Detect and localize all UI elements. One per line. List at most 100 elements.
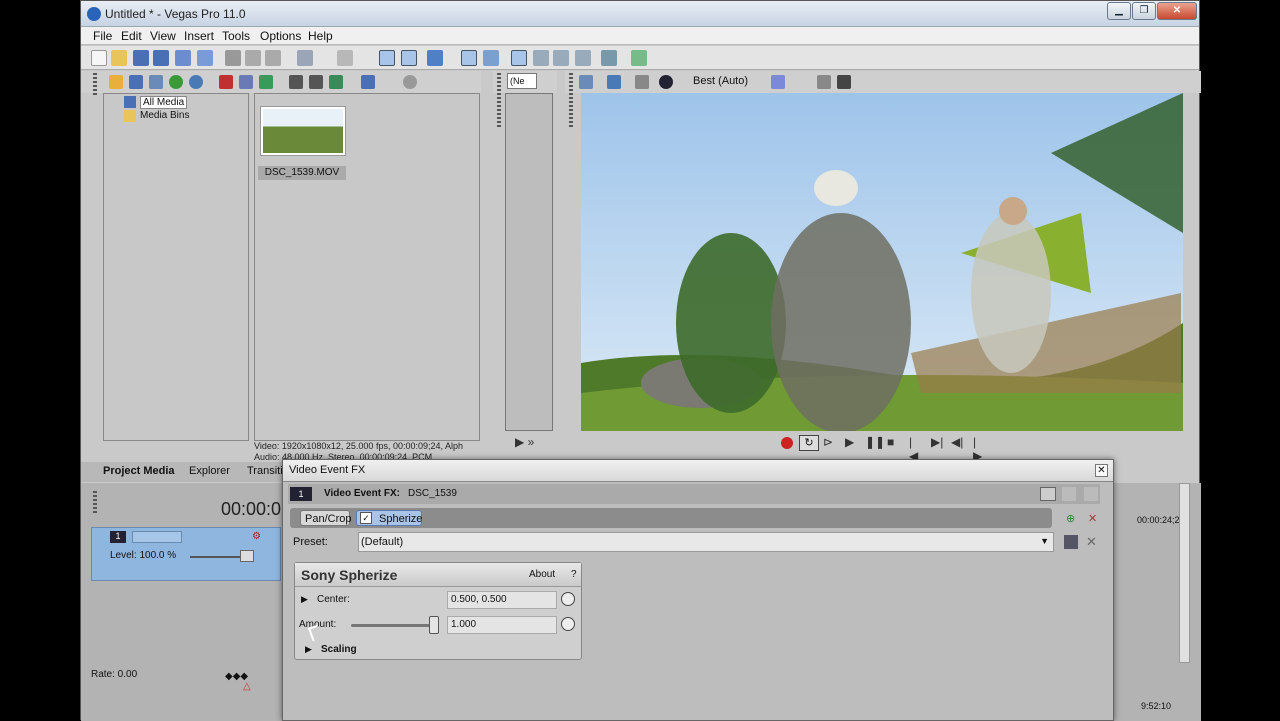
preview-grip-icon[interactable] bbox=[569, 73, 573, 127]
fx-view-icon[interactable] bbox=[1040, 487, 1056, 501]
undo-icon[interactable] bbox=[297, 50, 313, 66]
copy-icon[interactable] bbox=[245, 50, 261, 66]
auto-preview-icon[interactable] bbox=[329, 75, 343, 89]
video-fx-preview-icon[interactable] bbox=[635, 75, 649, 89]
tab-explorer[interactable]: Explorer bbox=[189, 465, 230, 477]
about-button[interactable]: About bbox=[529, 569, 555, 580]
trimmer-play-icon[interactable]: ▶ » bbox=[515, 435, 534, 449]
menu-file[interactable]: File bbox=[93, 29, 112, 43]
delete-preset-icon[interactable]: ✕ bbox=[1086, 534, 1097, 550]
play-preview-icon[interactable] bbox=[289, 75, 303, 89]
media-thumbnail[interactable] bbox=[260, 106, 346, 156]
track-name-field[interactable] bbox=[132, 531, 182, 543]
tree-item-media-bins[interactable]: Media Bins bbox=[140, 110, 189, 121]
open-icon[interactable] bbox=[111, 50, 127, 66]
timeline-vertical-scrollbar[interactable] bbox=[1179, 483, 1190, 663]
new-icon[interactable] bbox=[91, 50, 107, 66]
track-level-thumb[interactable] bbox=[240, 550, 254, 562]
menu-options[interactable]: Options bbox=[260, 29, 301, 43]
minimize-button[interactable]: ▁ bbox=[1107, 2, 1131, 20]
search-media-icon[interactable] bbox=[189, 75, 203, 89]
go-to-end-icon[interactable]: ▶| bbox=[931, 435, 943, 449]
menu-tools[interactable]: Tools bbox=[222, 29, 250, 43]
normal-edit-tool-icon[interactable] bbox=[379, 50, 395, 66]
save-icon[interactable] bbox=[133, 50, 149, 66]
selection-tool-icon[interactable] bbox=[427, 50, 443, 66]
paint-icon[interactable] bbox=[601, 50, 617, 66]
get-photo-icon[interactable] bbox=[149, 75, 163, 89]
save-preset-icon[interactable] bbox=[1064, 535, 1078, 549]
auto-ripple-icon[interactable] bbox=[461, 50, 477, 66]
amount-value-field[interactable]: 1.000 bbox=[447, 616, 557, 634]
panel-grip-icon[interactable] bbox=[93, 73, 97, 95]
menu-edit[interactable]: Edit bbox=[121, 29, 142, 43]
remove-media-icon[interactable] bbox=[219, 75, 233, 89]
timeline-grip-icon[interactable] bbox=[93, 491, 97, 515]
split-screen-icon[interactable] bbox=[659, 75, 673, 89]
tree-item-all-media[interactable]: All Media bbox=[140, 96, 188, 109]
scaling-expand-icon[interactable]: ▶ bbox=[305, 644, 312, 655]
tab-transitions[interactable]: Transiti bbox=[247, 465, 283, 477]
trimmer-dropdown[interactable]: (Ne bbox=[507, 73, 537, 89]
snapping-icon[interactable] bbox=[511, 50, 527, 66]
record-icon[interactable] bbox=[781, 437, 793, 449]
render-icon[interactable] bbox=[175, 50, 191, 66]
center-expand-icon[interactable]: ▶ bbox=[301, 594, 308, 605]
whats-this-icon[interactable] bbox=[631, 50, 647, 66]
track-fx-icon[interactable]: ⚙ bbox=[252, 531, 261, 542]
spherize-enable-checkbox[interactable]: ✓ bbox=[360, 512, 372, 524]
media-fx-icon[interactable] bbox=[259, 75, 273, 89]
lock-envelopes-icon[interactable] bbox=[483, 50, 499, 66]
copy-snapshot-icon[interactable] bbox=[817, 75, 831, 89]
tab-project-media[interactable]: Project Media bbox=[103, 465, 175, 477]
media-file-name[interactable]: DSC_1539.MOV bbox=[258, 166, 346, 180]
overlays-icon[interactable] bbox=[771, 75, 785, 89]
amount-slider-thumb[interactable] bbox=[429, 616, 439, 634]
quantize-icon[interactable] bbox=[575, 50, 591, 66]
views-icon[interactable] bbox=[361, 75, 375, 89]
pause-icon[interactable]: ❚❚ bbox=[865, 435, 885, 449]
envelope-tool-icon[interactable] bbox=[401, 50, 417, 66]
fx-view-list-icon[interactable] bbox=[1084, 487, 1098, 501]
loop-icon[interactable]: ↻ bbox=[799, 435, 819, 451]
import-media-icon[interactable] bbox=[109, 75, 123, 89]
center-animate-icon[interactable] bbox=[561, 592, 575, 606]
fx-view-grid-icon[interactable] bbox=[1062, 487, 1076, 501]
capture-icon[interactable] bbox=[129, 75, 143, 89]
trimmer-grip-icon[interactable] bbox=[497, 73, 501, 127]
preset-select[interactable]: (Default) ▼ bbox=[358, 532, 1054, 552]
rate-marker-icon[interactable]: △ bbox=[243, 681, 251, 692]
previous-frame-icon[interactable]: ◀| bbox=[951, 435, 963, 449]
get-media-web-icon[interactable] bbox=[169, 75, 183, 89]
close-button[interactable]: ✕ bbox=[1157, 2, 1197, 20]
external-monitor-icon[interactable] bbox=[607, 75, 621, 89]
redo-icon[interactable] bbox=[337, 50, 353, 66]
play-from-start-icon[interactable]: ⊳ bbox=[823, 435, 833, 449]
save-as-icon[interactable] bbox=[153, 50, 169, 66]
center-value-field[interactable]: 0.500, 0.500 bbox=[447, 591, 557, 609]
menu-view[interactable]: View bbox=[150, 29, 176, 43]
properties-icon[interactable] bbox=[197, 50, 213, 66]
cut-icon[interactable] bbox=[225, 50, 241, 66]
maximize-button[interactable]: ❐ bbox=[1132, 2, 1156, 20]
preview-properties-icon[interactable] bbox=[579, 75, 593, 89]
media-properties-icon[interactable] bbox=[239, 75, 253, 89]
stop-icon[interactable]: ■ bbox=[887, 435, 894, 449]
save-snapshot-icon[interactable] bbox=[837, 75, 851, 89]
plugin-chain-icon[interactable]: ⊕ bbox=[1066, 512, 1075, 525]
menu-insert[interactable]: Insert bbox=[184, 29, 214, 43]
chain-item-pan-crop[interactable]: Pan/Crop bbox=[300, 510, 351, 526]
help-button[interactable]: ? bbox=[571, 569, 577, 580]
stop-preview-icon[interactable] bbox=[309, 75, 323, 89]
paste-icon[interactable] bbox=[265, 50, 281, 66]
markers-icon[interactable] bbox=[553, 50, 569, 66]
amount-animate-icon[interactable] bbox=[561, 617, 575, 631]
preview-quality-select[interactable]: Best (Auto) bbox=[693, 75, 748, 87]
fx-close-button[interactable]: ✕ bbox=[1095, 464, 1108, 477]
remove-plugin-icon[interactable]: ✕ bbox=[1088, 512, 1097, 525]
amount-slider[interactable] bbox=[351, 624, 439, 627]
play-icon[interactable]: ▶ bbox=[845, 435, 854, 449]
menu-help[interactable]: Help bbox=[308, 29, 333, 43]
search-icon[interactable] bbox=[403, 75, 417, 89]
auto-crossfade-icon[interactable] bbox=[533, 50, 549, 66]
